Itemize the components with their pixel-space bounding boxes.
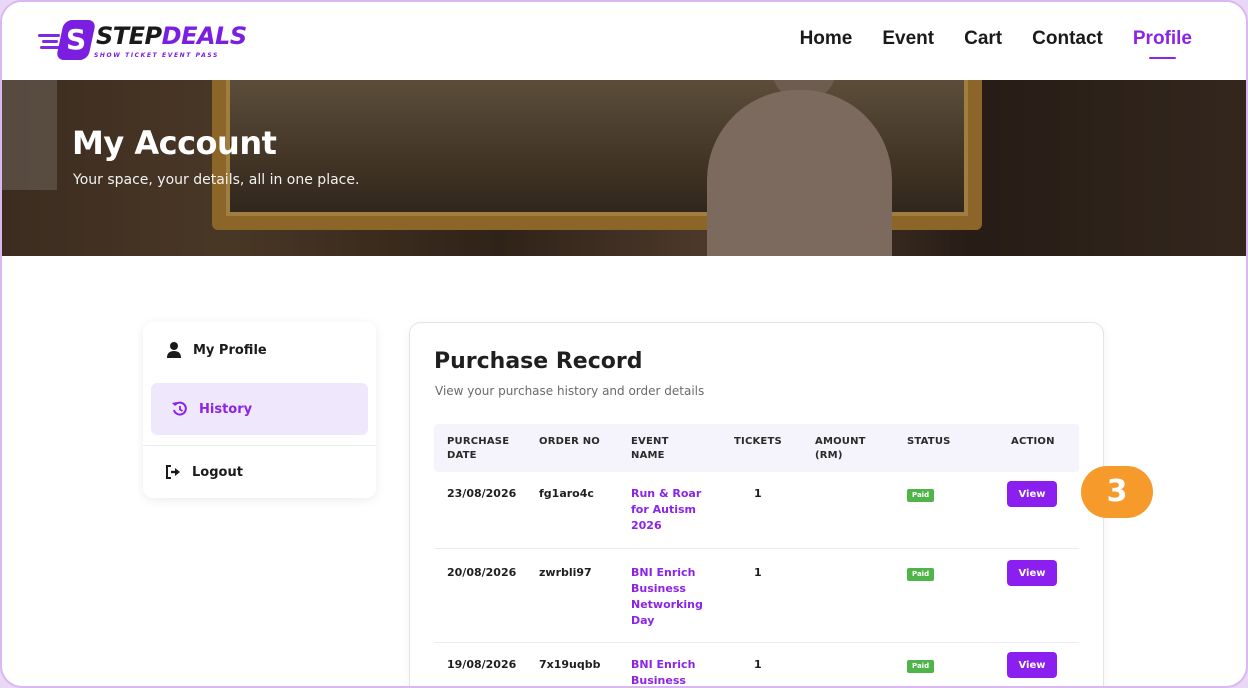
step-number-marker: 3 — [1081, 466, 1153, 518]
brand-logo[interactable]: S STEPDEALS SHOW TICKET EVENT PASS — [38, 16, 248, 68]
col-action: ACTION — [1011, 436, 1055, 447]
cell-tickets: 1 — [754, 658, 762, 671]
cell-tickets: 1 — [754, 566, 762, 579]
col-event-name: EVENT NAME — [631, 436, 669, 461]
col-amount: AMOUNT (RM) — [815, 436, 866, 461]
sidebar-item-logout[interactable]: Logout — [151, 460, 368, 484]
nav-home[interactable]: Home — [800, 28, 853, 50]
logout-icon — [164, 463, 182, 481]
cell-tickets: 1 — [754, 487, 762, 500]
account-sidebar: My Profile History Logout — [143, 322, 376, 498]
nav-cart[interactable]: Cart — [964, 28, 1002, 50]
sidebar-item-history[interactable]: History — [151, 383, 368, 435]
cell-order-no: 7x19uqbb — [539, 658, 601, 671]
sidebar-divider — [143, 445, 376, 446]
brand-name: STEPDEALS — [96, 22, 247, 50]
app-frame: S STEPDEALS SHOW TICKET EVENT PASS Home … — [0, 0, 1248, 688]
status-badge: Paid — [907, 489, 935, 502]
col-tickets: TICKETS — [734, 436, 782, 447]
table-row: 19/08/2026 7x19uqbb BNI Enrich Business … — [434, 643, 1079, 686]
top-navbar: S STEPDEALS SHOW TICKET EVENT PASS Home … — [2, 2, 1246, 80]
nav-event[interactable]: Event — [882, 28, 934, 50]
status-badge: Paid — [907, 660, 935, 673]
cell-date: 23/08/2026 — [447, 487, 517, 500]
view-order-button[interactable]: View — [1007, 481, 1057, 507]
history-icon — [171, 400, 189, 418]
col-purchase-date: PURCHASE DATE — [447, 436, 510, 461]
card-title: Purchase Record — [434, 349, 643, 374]
cell-event-link[interactable]: BNI Enrich Business Networking Day — [631, 565, 703, 629]
card-subtitle: View your purchase history and order det… — [435, 384, 705, 398]
view-order-button[interactable]: View — [1007, 652, 1057, 678]
cell-event-link[interactable]: Run & Roar for Autism 2026 — [631, 486, 703, 534]
user-icon — [165, 341, 183, 359]
view-order-button[interactable]: View — [1007, 560, 1057, 586]
nav-profile[interactable]: Profile — [1133, 28, 1192, 59]
cell-date: 19/08/2026 — [447, 658, 517, 671]
col-order-no: ORDER NO — [539, 436, 600, 447]
sidebar-item-label: Logout — [192, 464, 243, 480]
brand-tagline: SHOW TICKET EVENT PASS — [94, 52, 219, 59]
sidebar-item-label: History — [199, 401, 253, 417]
table-row: 23/08/2026 fg1aro4c Run & Roar for Autis… — [434, 472, 1079, 549]
cell-order-no: zwrbli97 — [539, 566, 592, 579]
col-status: STATUS — [907, 436, 951, 447]
table-row: 20/08/2026 zwrbli97 BNI Enrich Business … — [434, 549, 1079, 643]
main-nav: Home Event Cart Contact Profile — [800, 28, 1192, 59]
purchase-record-card: Purchase Record View your purchase histo… — [409, 322, 1104, 686]
hero-overlay — [2, 80, 1246, 256]
status-badge: Paid — [907, 568, 935, 581]
cell-date: 20/08/2026 — [447, 566, 517, 579]
table-header: PURCHASE DATE ORDER NO EVENT NAME TICKET… — [434, 424, 1079, 472]
page-subtitle: Your space, your details, all in one pla… — [73, 172, 360, 188]
logo-badge-icon: S — [55, 20, 97, 60]
page-title: My Account — [72, 124, 277, 162]
cell-event-link[interactable]: BNI Enrich Business — [631, 657, 703, 686]
hero-banner: My Account Your space, your details, all… — [2, 80, 1246, 256]
nav-contact[interactable]: Contact — [1032, 28, 1103, 50]
cell-order-no: fg1aro4c — [539, 487, 594, 500]
sidebar-item-label: My Profile — [193, 342, 267, 358]
sidebar-item-my-profile[interactable]: My Profile — [151, 338, 368, 362]
